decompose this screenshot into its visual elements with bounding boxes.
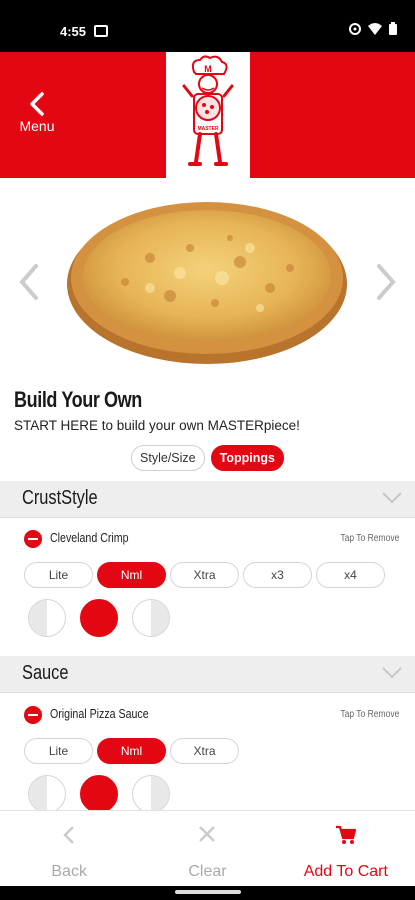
- battery-icon: [389, 22, 397, 40]
- amount-x3-button[interactable]: x3: [243, 562, 312, 588]
- system-nav-bar: [0, 886, 415, 900]
- tap-to-remove-hint: Tap To Remove: [340, 709, 399, 720]
- portion-selector-sauce: [28, 775, 170, 810]
- right-half-portion-button[interactable]: [132, 599, 170, 637]
- shopping-cart-icon: [335, 825, 356, 844]
- pizza-image: [67, 202, 347, 364]
- left-half-portion-button[interactable]: [28, 599, 66, 637]
- section-title: Sauce: [22, 662, 69, 684]
- menu-back-button[interactable]: Menu: [10, 92, 64, 146]
- brand-logo: M MASTER: [166, 52, 250, 178]
- status-bar: 4:55: [0, 0, 415, 52]
- carousel-prev-button[interactable]: [14, 262, 44, 302]
- whole-portion-button[interactable]: [80, 775, 118, 810]
- topping-row-cleveland-crimp: Cleveland Crimp Tap To Remove: [0, 518, 415, 560]
- status-icons: [349, 22, 397, 40]
- product-image-carousel: [0, 178, 415, 378]
- chevron-left-icon: [19, 264, 38, 300]
- divider: [0, 692, 415, 693]
- logo-text: MASTER: [197, 126, 219, 132]
- amount-lite-button[interactable]: Lite: [24, 738, 93, 764]
- tap-to-remove-hint: Tap To Remove: [340, 533, 399, 544]
- logo-letter: M: [204, 64, 212, 74]
- bottom-action-bar: Back Clear Add To Cart: [0, 810, 415, 886]
- amount-xtra-button[interactable]: Xtra: [170, 562, 239, 588]
- location-icon: [349, 22, 361, 40]
- topping-name: Original Pizza Sauce: [50, 707, 149, 721]
- product-subtitle: START HERE to build your own MASTERpiece…: [14, 418, 300, 433]
- back-label: Back: [51, 863, 87, 880]
- builder-tabs: Style/Size Toppings: [0, 445, 415, 471]
- chevron-down-icon: [382, 492, 402, 504]
- chevron-right-icon: [377, 264, 396, 300]
- menu-back-label: Menu: [19, 118, 55, 134]
- portion-selector-crust: [28, 599, 170, 637]
- amount-xtra-button[interactable]: Xtra: [170, 738, 239, 764]
- amount-nml-button[interactable]: Nml: [97, 562, 166, 588]
- section-header-sauce[interactable]: Sauce: [0, 656, 415, 692]
- whole-portion-button[interactable]: [80, 599, 118, 637]
- right-half-portion-button[interactable]: [132, 775, 170, 810]
- notification-icon: [94, 25, 108, 37]
- tab-style-size[interactable]: Style/Size: [131, 445, 205, 471]
- clear-label: Clear: [188, 863, 227, 880]
- product-title: Build Your Own: [14, 387, 142, 412]
- amount-lite-button[interactable]: Lite: [24, 562, 93, 588]
- remove-topping-button[interactable]: [24, 530, 42, 548]
- remove-topping-button[interactable]: [24, 706, 42, 724]
- chevron-down-icon: [382, 667, 402, 679]
- chevron-left-icon: [63, 826, 75, 844]
- left-half-portion-button[interactable]: [28, 775, 66, 810]
- clear-button[interactable]: Clear: [138, 811, 276, 886]
- amount-selector-crust: Lite Nml Xtra x3 x4: [24, 562, 385, 588]
- back-button[interactable]: Back: [0, 811, 138, 886]
- topping-name: Cleveland Crimp: [50, 531, 129, 545]
- chevron-left-icon: [30, 92, 44, 116]
- close-icon: [199, 826, 216, 842]
- add-to-cart-label: Add To Cart: [303, 863, 388, 880]
- amount-nml-button[interactable]: Nml: [97, 738, 166, 764]
- section-header-cruststyle[interactable]: CrustStyle: [0, 481, 415, 517]
- wifi-icon: [368, 22, 382, 40]
- amount-selector-sauce: Lite Nml Xtra: [24, 738, 239, 764]
- amount-x4-button[interactable]: x4: [316, 562, 385, 588]
- home-indicator[interactable]: [175, 890, 241, 894]
- status-time: 4:55: [60, 24, 87, 39]
- app-header: Menu M MASTER: [0, 52, 415, 178]
- section-title: CrustStyle: [22, 487, 98, 509]
- add-to-cart-button[interactable]: Add To Cart: [277, 811, 415, 886]
- topping-row-original-pizza-sauce: Original Pizza Sauce Tap To Remove: [0, 694, 415, 736]
- carousel-next-button[interactable]: [371, 262, 401, 302]
- tab-toppings[interactable]: Toppings: [210, 445, 284, 471]
